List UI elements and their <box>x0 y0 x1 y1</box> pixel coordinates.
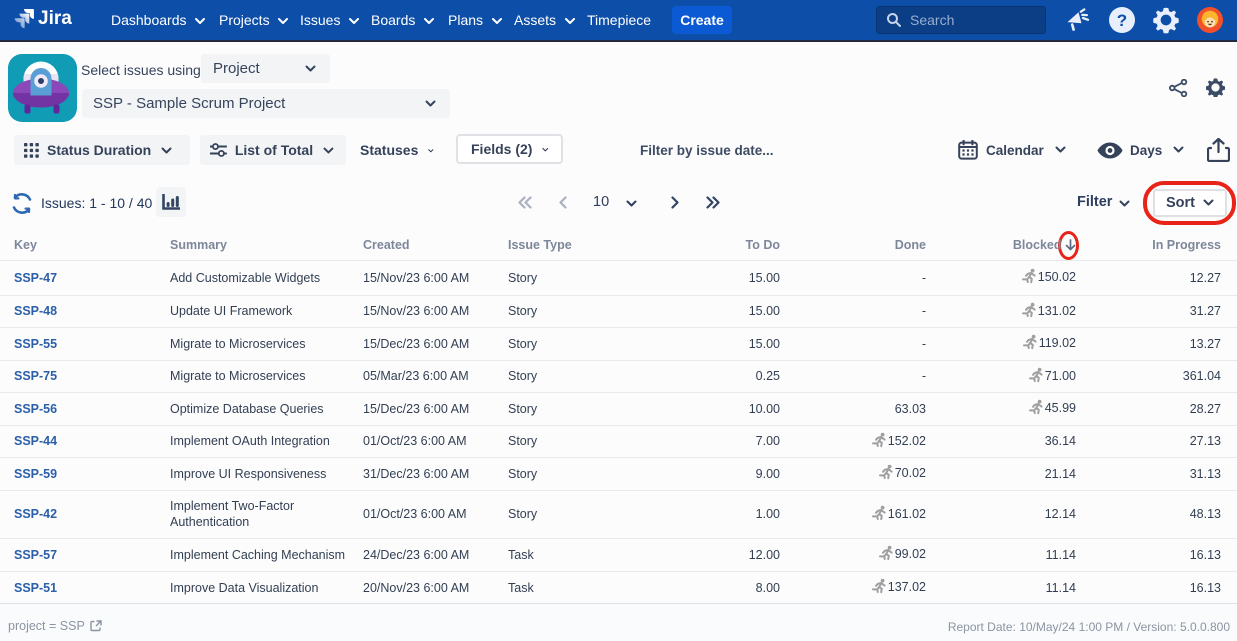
svg-text:?: ? <box>1117 11 1127 30</box>
